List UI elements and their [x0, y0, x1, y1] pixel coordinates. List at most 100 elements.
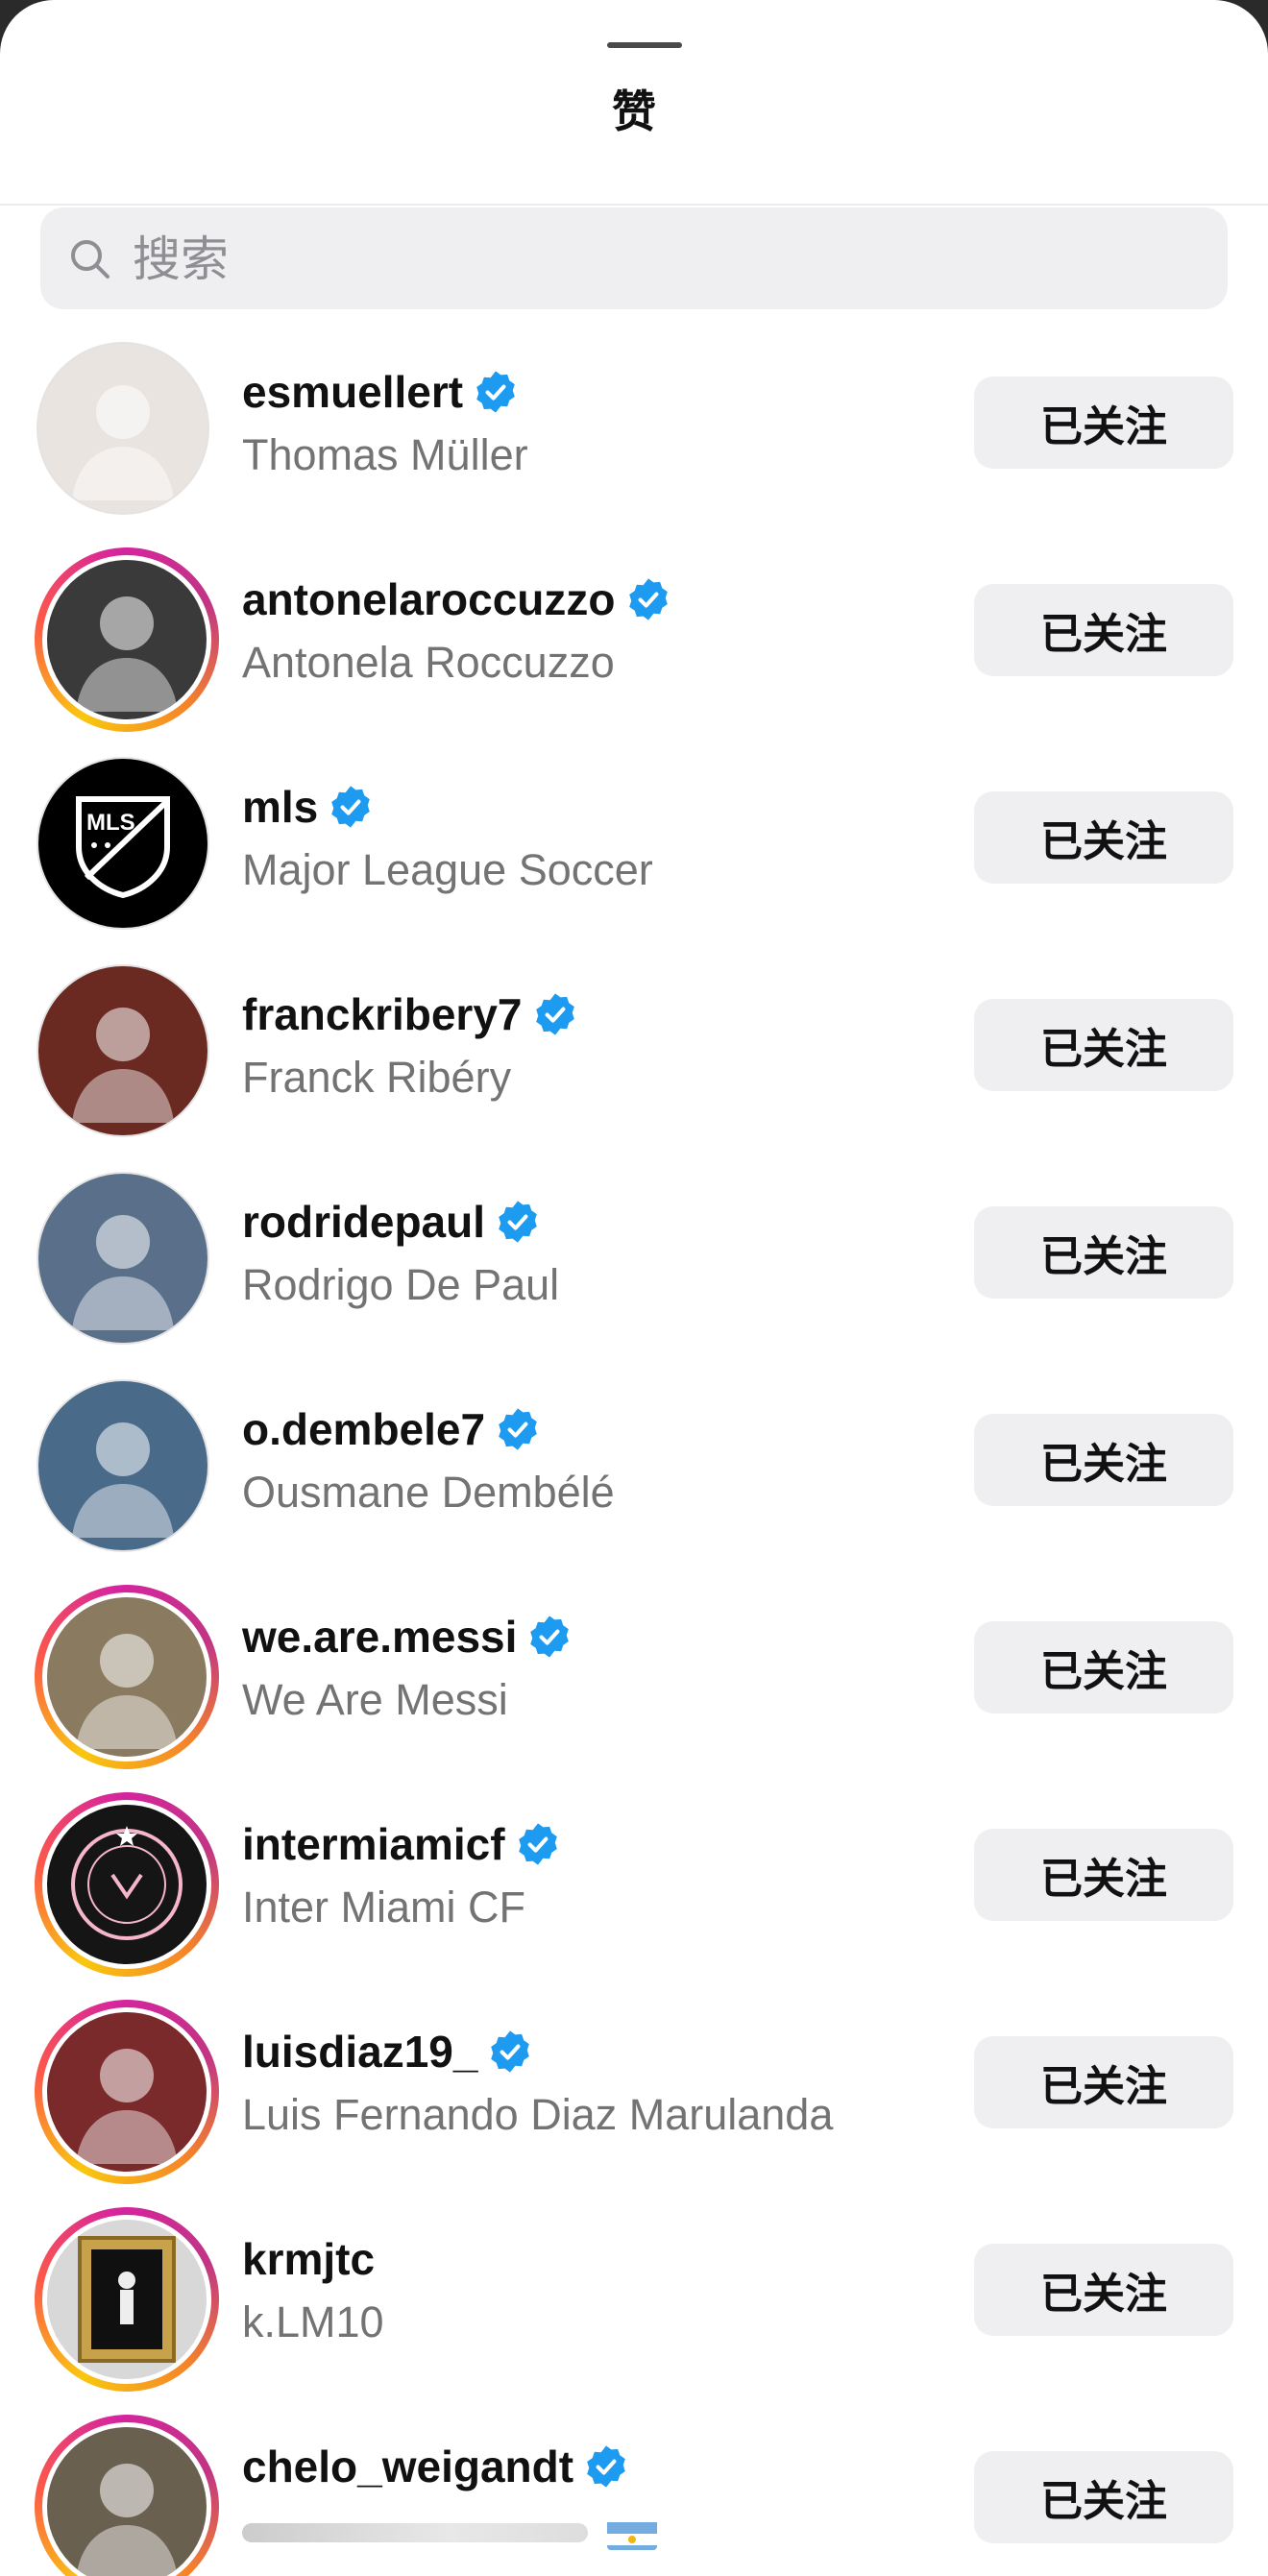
- likes-sheet: 赞 esmuellert Thomas Müller 已关注 antonelaroc…: [0, 0, 1268, 2576]
- avatar[interactable]: [35, 2415, 219, 2576]
- verified-badge-icon: [487, 2029, 533, 2075]
- full-name: Thomas Müller: [242, 428, 528, 482]
- list-item[interactable]: rodridepaul Rodrigo De Paul 已关注: [0, 1147, 1268, 1354]
- avatar[interactable]: [37, 342, 209, 515]
- avatar[interactable]: [37, 1379, 209, 1552]
- following-button[interactable]: 已关注: [974, 377, 1233, 469]
- avatar[interactable]: [35, 547, 219, 732]
- avatar[interactable]: [35, 1792, 219, 1977]
- username-text: intermiamicf: [242, 1819, 505, 1869]
- person-icon: [42, 555, 211, 724]
- username-text: esmuellert: [242, 367, 464, 417]
- full-name-text: Franck Ribéry: [242, 1053, 512, 1102]
- list-item[interactable]: krmjtc k.LM10 已关注: [0, 2184, 1268, 2392]
- username[interactable]: antonelaroccuzzo: [242, 572, 671, 626]
- following-button[interactable]: 已关注: [974, 1621, 1233, 1713]
- following-button[interactable]: 已关注: [974, 1414, 1233, 1506]
- list-item[interactable]: o.dembele7 Ousmane Dembélé 已关注: [0, 1354, 1268, 1562]
- inter-miami-crest-icon: [42, 1800, 211, 1969]
- full-name: Ousmane Dembélé: [242, 1466, 615, 1519]
- list-item[interactable]: franckribery7 Franck Ribéry 已关注: [0, 939, 1268, 1147]
- avatar[interactable]: MLS: [37, 757, 209, 930]
- username-text: we.are.messi: [242, 1612, 518, 1662]
- username[interactable]: franckribery7: [242, 987, 578, 1041]
- full-name-text: Thomas Müller: [242, 430, 528, 479]
- username-text: franckribery7: [242, 989, 523, 1039]
- avatar[interactable]: [35, 2207, 219, 2392]
- list-item[interactable]: antonelaroccuzzo Antonela Roccuzzo 已关注: [0, 524, 1268, 732]
- username[interactable]: esmuellert: [242, 365, 519, 419]
- mls-logo-text: MLS: [86, 810, 135, 836]
- search-icon: [71, 240, 110, 279]
- full-name: k.LM10: [242, 2296, 384, 2349]
- list-item[interactable]: chelo_weigandt 已关注: [0, 2392, 1268, 2576]
- mls-logo-icon: MLS: [37, 757, 209, 930]
- full-name-text: Rodrigo De Paul: [242, 1260, 560, 1309]
- full-name-text: Inter Miami CF: [242, 1883, 526, 1932]
- following-button[interactable]: 已关注: [974, 2451, 1233, 2543]
- following-button[interactable]: 已关注: [974, 2036, 1233, 2128]
- avatar[interactable]: [35, 2000, 219, 2184]
- username-text: chelo_weigandt: [242, 2442, 574, 2491]
- full-name: Franck Ribéry: [242, 1051, 511, 1105]
- argentina-flag-icon: [607, 2515, 657, 2551]
- following-button[interactable]: 已关注: [974, 1206, 1233, 1299]
- username[interactable]: krmjtc: [242, 2232, 375, 2286]
- following-button[interactable]: 已关注: [974, 584, 1233, 676]
- username[interactable]: intermiamicf: [242, 1817, 561, 1871]
- username[interactable]: o.dembele7: [242, 1402, 541, 1456]
- full-name: Major League Soccer: [242, 843, 653, 897]
- sheet-title: 赞: [612, 86, 656, 136]
- liker-list: esmuellert Thomas Müller 已关注 antonelaroccu…: [0, 317, 1268, 2576]
- verified-badge-icon: [515, 1821, 561, 1867]
- username[interactable]: we.are.messi: [242, 1610, 573, 1664]
- person-icon: [37, 964, 209, 1137]
- verified-badge-icon: [625, 576, 671, 622]
- following-button[interactable]: 已关注: [974, 1829, 1233, 1921]
- header-divider: [0, 204, 1268, 206]
- person-icon: [37, 342, 209, 515]
- drag-handle[interactable]: [607, 42, 682, 48]
- full-name-text: Luis Fernando Diaz Marulanda: [242, 2090, 834, 2139]
- search-input[interactable]: [131, 207, 1191, 311]
- full-name-text: k.LM10: [242, 2297, 384, 2346]
- list-item[interactable]: luisdiaz19_ Luis Fernando Diaz Marulanda 已…: [0, 1977, 1268, 2184]
- verified-badge-icon: [583, 2443, 629, 2490]
- full-name-text: Antonela Roccuzzo: [242, 638, 615, 687]
- username-text: o.dembele7: [242, 1404, 486, 1454]
- redacted-name-bar: [242, 2523, 588, 2543]
- avatar[interactable]: [37, 964, 209, 1137]
- username[interactable]: mls: [242, 780, 374, 834]
- verified-badge-icon: [328, 784, 374, 830]
- username[interactable]: chelo_weigandt: [242, 2440, 629, 2493]
- avatar[interactable]: [35, 1585, 219, 1769]
- verified-badge-icon: [495, 1199, 541, 1245]
- avatar[interactable]: [37, 1172, 209, 1345]
- following-button[interactable]: 已关注: [974, 791, 1233, 884]
- username-text: krmjtc: [242, 2234, 376, 2284]
- full-name: Inter Miami CF: [242, 1881, 525, 1934]
- list-item[interactable]: intermiamicf Inter Miami CF 已关注: [0, 1769, 1268, 1977]
- list-item[interactable]: we.are.messi We Are Messi 已关注: [0, 1562, 1268, 1769]
- person-icon: [42, 1592, 211, 1762]
- following-button[interactable]: 已关注: [974, 999, 1233, 1091]
- verified-badge-icon: [495, 1406, 541, 1452]
- person-icon: [37, 1172, 209, 1345]
- following-button[interactable]: 已关注: [974, 2244, 1233, 2336]
- verified-badge-icon: [532, 991, 578, 1037]
- list-item[interactable]: MLS mls Major League Soccer 已关注: [0, 732, 1268, 939]
- full-name: Rodrigo De Paul: [242, 1258, 559, 1312]
- username-text: antonelaroccuzzo: [242, 574, 616, 624]
- username[interactable]: luisdiaz19_: [242, 2025, 533, 2078]
- full-name-text: Ousmane Dembélé: [242, 1468, 615, 1517]
- person-icon: [37, 1379, 209, 1552]
- list-item[interactable]: esmuellert Thomas Müller 已关注: [0, 317, 1268, 524]
- username-text: rodridepaul: [242, 1197, 486, 1247]
- person-icon: [42, 2422, 211, 2576]
- username[interactable]: rodridepaul: [242, 1195, 541, 1249]
- full-name: Antonela Roccuzzo: [242, 636, 615, 690]
- person-icon: [42, 2007, 211, 2176]
- username-text: mls: [242, 782, 319, 832]
- full-name-text: Major League Soccer: [242, 845, 653, 894]
- search-bar[interactable]: [40, 207, 1228, 311]
